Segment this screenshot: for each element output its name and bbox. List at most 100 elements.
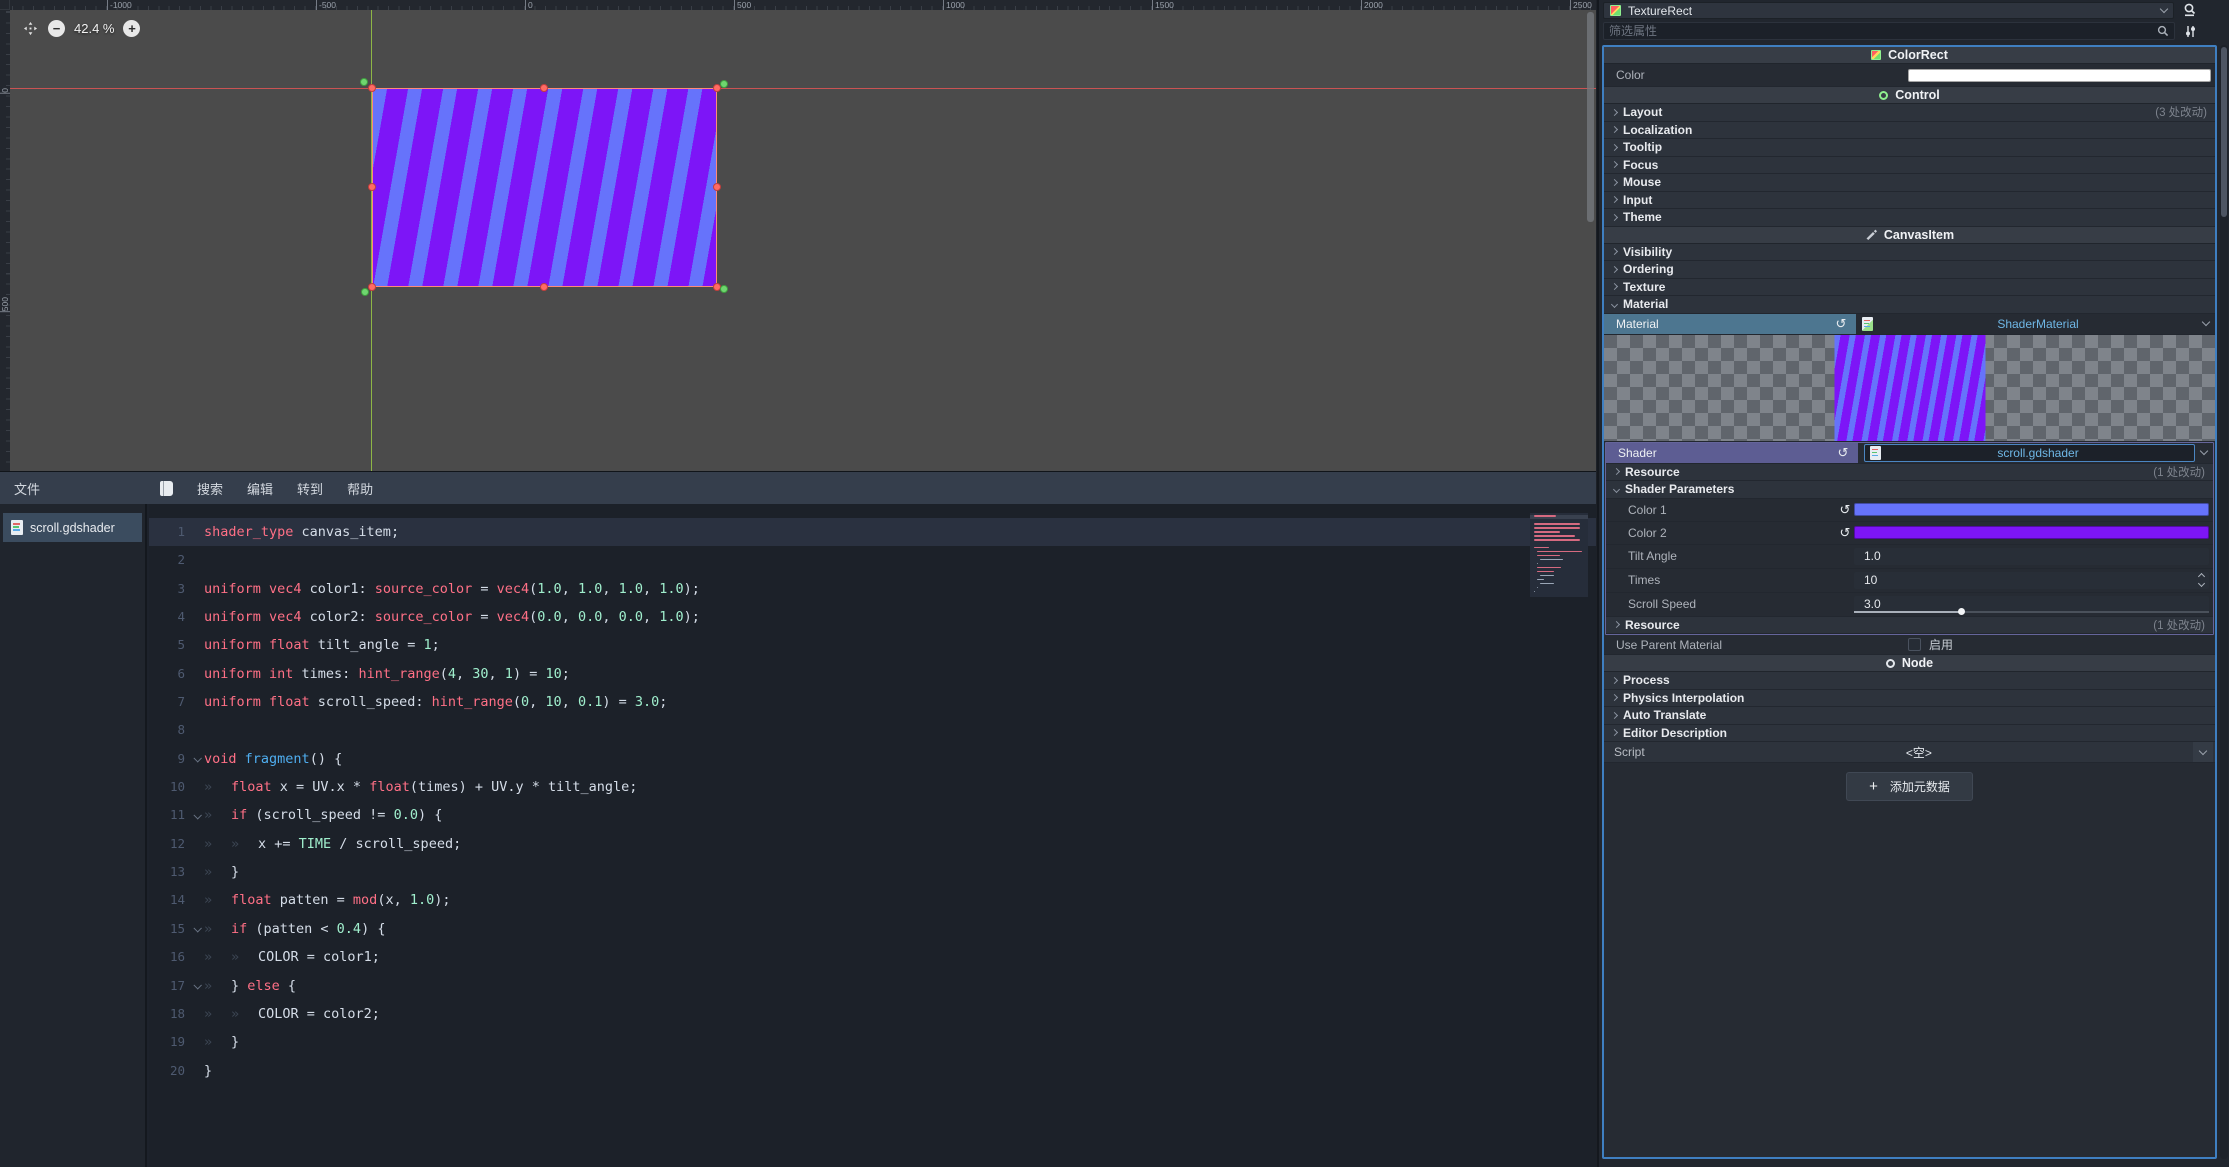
code-line-7[interactable]: 7uniform float scroll_speed: hint_range(… — [149, 688, 1596, 716]
selection-handle[interactable] — [540, 84, 548, 92]
group-visibility[interactable]: Visibility — [1604, 244, 2215, 262]
group-resource[interactable]: Resource(1 处改动) — [1606, 464, 2213, 482]
code-line-13[interactable]: 13»} — [149, 858, 1596, 886]
revert-icon[interactable]: ↺ — [1836, 526, 1854, 539]
zoom-in-button[interactable]: + — [123, 20, 140, 37]
code-line-2[interactable]: 2 — [149, 546, 1596, 574]
group-process[interactable]: Process — [1604, 672, 2215, 690]
file-item-scroll-gdshader[interactable]: scroll.gdshader — [3, 513, 142, 542]
selection-handle[interactable] — [713, 183, 721, 191]
menu-搜索[interactable]: 搜索 — [197, 479, 223, 498]
color-swatch[interactable] — [1854, 503, 2209, 516]
online-docs-icon[interactable] — [160, 481, 173, 496]
color-swatch[interactable] — [1908, 69, 2211, 82]
code-line-20[interactable]: 20} — [149, 1057, 1596, 1085]
code-line-5[interactable]: 5uniform float tilt_angle = 1; — [149, 631, 1596, 659]
2d-viewport[interactable]: -1000-50005001000150020002500 0500 − 42.… — [0, 0, 1596, 471]
revert-icon[interactable]: ↺ — [1836, 503, 1854, 516]
group-input[interactable]: Input — [1604, 192, 2215, 210]
code-minimap[interactable] — [1530, 513, 1588, 597]
code-line-11[interactable]: 11»if (scroll_speed != 0.0) { — [149, 801, 1596, 829]
value-field[interactable]: 1.0 — [1854, 548, 2209, 565]
group-tooltip[interactable]: Tooltip — [1604, 139, 2215, 157]
group-theme[interactable]: Theme — [1604, 209, 2215, 227]
code-line-15[interactable]: 15»if (patten < 0.4) { — [149, 915, 1596, 943]
menu-帮助[interactable]: 帮助 — [347, 479, 373, 498]
add-metadata-button[interactable]: +添加元数据 — [1846, 772, 1973, 801]
script-dropdown[interactable] — [2193, 742, 2213, 762]
property-label: Tilt Angle — [1618, 549, 1854, 563]
group-layout[interactable]: Layout(3 处改动) — [1604, 104, 2215, 122]
viewport-scrollbar[interactable] — [1587, 12, 1594, 222]
group-texture[interactable]: Texture — [1604, 279, 2215, 297]
value-field[interactable]: 10 — [1854, 572, 2209, 589]
group-mouse[interactable]: Mouse — [1604, 174, 2215, 192]
menu-编辑[interactable]: 编辑 — [247, 479, 273, 498]
chevron-right-icon — [1611, 196, 1618, 203]
group-shader-parameters[interactable]: Shader Parameters — [1606, 481, 2213, 499]
resource-shader[interactable]: Shader↺scroll.gdshader — [1606, 443, 2213, 464]
chevron-down-icon[interactable] — [2202, 318, 2210, 326]
open-docs-button[interactable] — [2179, 2, 2201, 19]
inspector-options-icon[interactable] — [2179, 22, 2201, 40]
node-selector[interactable]: TextureRect — [1603, 2, 2174, 19]
code-line-12[interactable]: 12»»x += TIME / scroll_speed; — [149, 830, 1596, 858]
code-line-9[interactable]: 9void fragment() { — [149, 745, 1596, 773]
code-line-6[interactable]: 6uniform int times: hint_range(4, 30, 1)… — [149, 660, 1596, 688]
menu-文件[interactable]: 文件 — [14, 479, 40, 498]
value-field[interactable]: 3.0 — [1854, 596, 2209, 613]
code-line-19[interactable]: 19»} — [149, 1028, 1596, 1056]
checkbox[interactable] — [1908, 638, 1921, 651]
anchor-handle[interactable] — [720, 285, 728, 293]
inspector-scrollbar[interactable] — [2220, 45, 2228, 1159]
filter-properties-input[interactable] — [1603, 22, 2175, 40]
code-line-18[interactable]: 18»»COLOR = color2; — [149, 1000, 1596, 1028]
revert-icon[interactable]: ↺ — [1832, 317, 1850, 330]
group-editor-description[interactable]: Editor Description — [1604, 725, 2215, 743]
group-focus[interactable]: Focus — [1604, 157, 2215, 175]
spinner-icon[interactable] — [2199, 574, 2204, 586]
viewport-canvas[interactable]: − 42.4 % + — [10, 10, 1596, 471]
color-swatch[interactable] — [1854, 526, 2209, 539]
fold-icon[interactable] — [189, 756, 204, 762]
group-resource[interactable]: Resource(1 处改动) — [1606, 617, 2213, 635]
group-localization[interactable]: Localization — [1604, 122, 2215, 140]
zoom-level[interactable]: 42.4 % — [74, 21, 114, 36]
group-ordering[interactable]: Ordering — [1604, 261, 2215, 279]
indent-marker-icon: » — [204, 915, 231, 943]
shader-code-editor[interactable]: 1shader_type canvas_item;23uniform vec4 … — [149, 504, 1596, 1167]
code-line-3[interactable]: 3uniform vec4 color1: source_color = vec… — [149, 575, 1596, 603]
code-line-4[interactable]: 4uniform vec4 color2: source_color = vec… — [149, 603, 1596, 631]
code-line-17[interactable]: 17»} else { — [149, 972, 1596, 1000]
selection-handle[interactable] — [368, 183, 376, 191]
code-line-14[interactable]: 14»float patten = mod(x, 1.0); — [149, 886, 1596, 914]
colorrect-node-striped[interactable] — [372, 88, 717, 287]
center-view-icon[interactable] — [22, 20, 39, 37]
chevron-right-icon — [1611, 266, 1618, 273]
filter-input[interactable] — [1609, 24, 2157, 38]
fold-icon[interactable] — [189, 813, 204, 819]
menu-转到[interactable]: 转到 — [297, 479, 323, 498]
code-line-8[interactable]: 8 — [149, 716, 1596, 744]
fold-icon[interactable] — [189, 983, 204, 989]
zoom-out-button[interactable]: − — [48, 20, 65, 37]
selection-handle[interactable] — [540, 283, 548, 291]
chevron-down-icon[interactable] — [2200, 447, 2208, 455]
selection-handle[interactable] — [368, 283, 376, 291]
group-material[interactable]: Material — [1604, 296, 2215, 314]
code-line-10[interactable]: 10»float x = UV.x * float(times) + UV.y … — [149, 773, 1596, 801]
fold-icon[interactable] — [189, 926, 204, 932]
resource-material[interactable]: Material↺ShaderMaterial — [1604, 314, 2215, 335]
group-auto-translate[interactable]: Auto Translate — [1604, 707, 2215, 725]
property-script[interactable]: Script<空> — [1604, 742, 2215, 763]
slider-handle[interactable] — [1958, 608, 1965, 615]
anchor-handle[interactable] — [360, 78, 368, 86]
revert-icon[interactable]: ↺ — [1834, 446, 1852, 459]
resource-picker-focused[interactable]: scroll.gdshader — [1864, 444, 2195, 462]
group-physics-interpolation[interactable]: Physics Interpolation — [1604, 690, 2215, 708]
code-line-16[interactable]: 16»»COLOR = color1; — [149, 943, 1596, 971]
anchor-handle[interactable] — [720, 80, 728, 88]
anchor-handle[interactable] — [361, 288, 369, 296]
code-line-1[interactable]: 1shader_type canvas_item; — [149, 518, 1596, 546]
selection-handle[interactable] — [368, 84, 376, 92]
